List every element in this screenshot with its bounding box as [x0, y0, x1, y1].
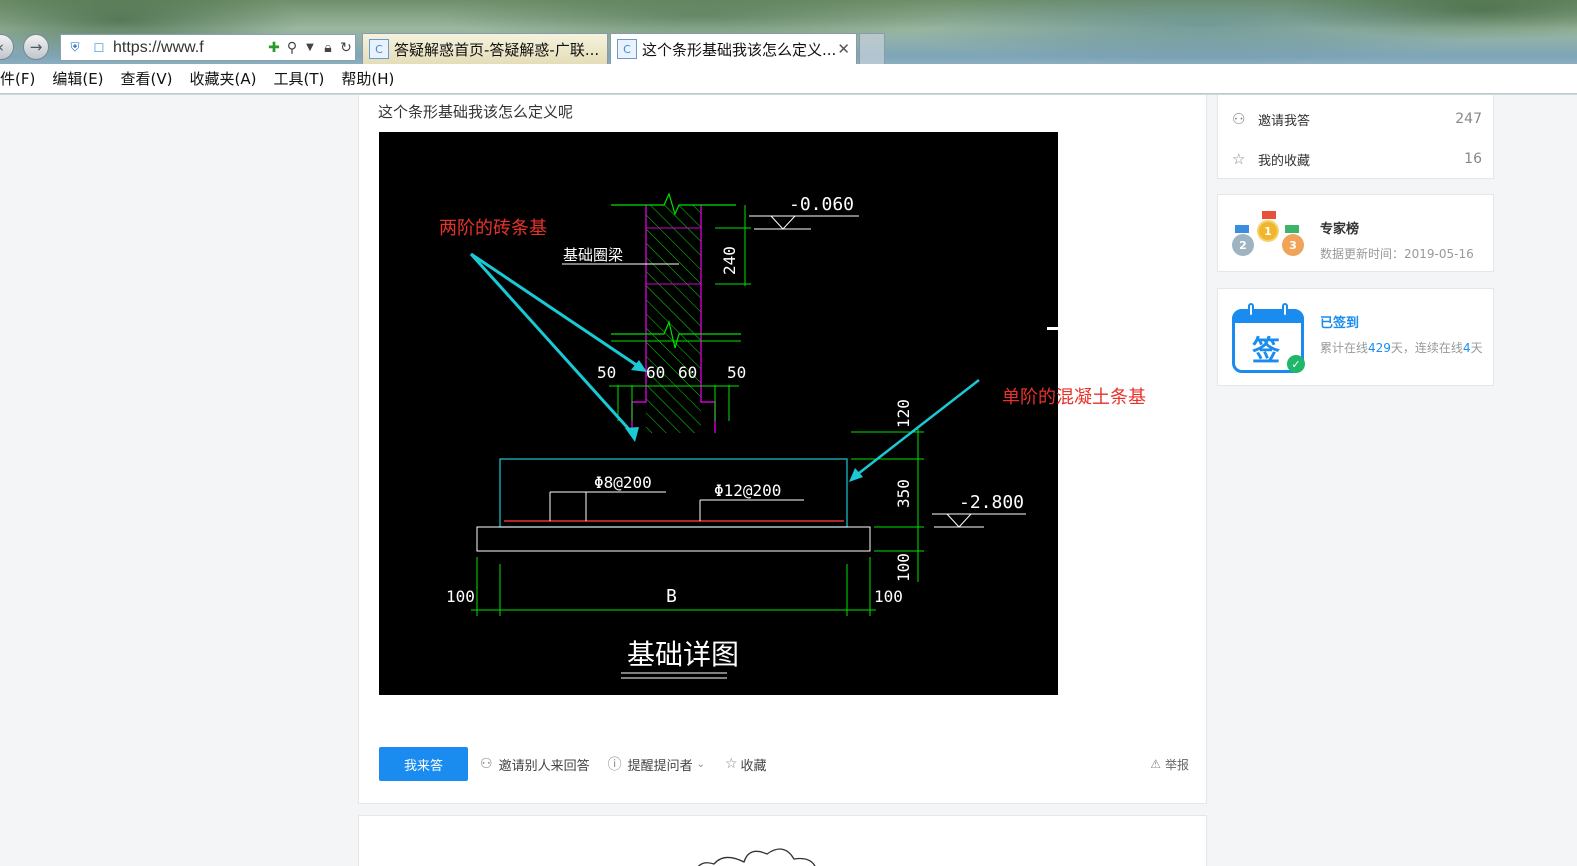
concrete-footing	[499, 458, 848, 528]
dim-100-left-label: 100	[446, 587, 475, 606]
user-icon: ⚇	[1232, 110, 1246, 128]
remind-asker-dropdown[interactable]: ⓘ 提醒提问者 ⌄	[608, 754, 705, 774]
dim-60-right-label: 60	[678, 363, 697, 382]
report-link[interactable]: ⚠ 举报	[1150, 756, 1189, 773]
favicon-icon: C	[369, 39, 389, 59]
address-bar[interactable]: ⛨ ☐ https://www.f ✚ ⚲ ▼ 🔒︎ ↻	[60, 34, 356, 61]
menu-help[interactable]: 帮助(H)	[341, 68, 394, 89]
dim-240-label: 240	[720, 246, 739, 275]
expert-ranking-panel[interactable]: 2 1 3 专家榜 数据更新时间：2019-05-16	[1217, 194, 1494, 272]
annotation-brick-foundation: 两阶的砖条基	[439, 218, 547, 239]
menu-favorites[interactable]: 收藏夹(A)	[190, 68, 257, 89]
action-bar: 我来答 ⚇ 邀请别人来回答 ⓘ 提醒提问者 ⌄ ☆ 收藏 ⚠ 举报	[379, 747, 1189, 781]
signin-streak: 4	[1462, 341, 1471, 355]
favorite-button[interactable]: ☆ 收藏	[725, 755, 767, 774]
dim-b-label: B	[666, 586, 677, 607]
arrow-upper-step	[470, 252, 642, 370]
page-icon: ☐	[93, 40, 105, 55]
tab-label: 这个条形基础我该怎么定义...	[642, 40, 837, 59]
dim-100-vertical-label: 100	[894, 553, 913, 582]
favicon-icon: C	[617, 39, 637, 59]
star-icon: ☆	[1232, 150, 1246, 168]
cloud-illustration	[697, 848, 816, 866]
report-label: 举报	[1164, 757, 1189, 772]
forward-button[interactable]: →	[23, 34, 49, 60]
shield-icon: ⛨	[70, 40, 80, 54]
rebar-distribution-label: Φ8@200	[594, 473, 652, 492]
url-text[interactable]: https://www.f	[109, 39, 265, 57]
my-favorites-row[interactable]: ☆ 我的收藏 16	[1232, 149, 1482, 169]
medal-second: 2	[1232, 234, 1254, 256]
beam-label: 基础圈梁	[563, 246, 623, 264]
elevation-bottom-label: -2.800	[959, 492, 1024, 513]
refresh-icon[interactable]: ↻	[337, 40, 355, 56]
answer-card	[358, 815, 1207, 866]
arrow-lower-step	[469, 252, 637, 438]
foundation-detail-drawing: -0.060 240 基础圈梁 50 60 60 50 Φ8@200 Φ12@2…	[439, 192, 1058, 679]
drawing-caption: 基础详图	[627, 638, 739, 671]
question-card: 这个条形基础我该怎么定义呢 -0.060 240 基础圈梁 50 60 60 5…	[358, 95, 1207, 804]
menu-file[interactable]: 件(F)	[0, 68, 35, 89]
dropdown-icon[interactable]: ▼	[301, 42, 319, 53]
new-tab-button[interactable]	[859, 33, 885, 64]
signin-char: 签	[1252, 334, 1281, 367]
favorite-label: 收藏	[740, 758, 767, 774]
check-icon: ✓	[1287, 355, 1305, 373]
dim-120-label: 120	[894, 399, 913, 428]
dim-50-right-label: 50	[727, 363, 746, 382]
question-title: 这个条形基础我该怎么定义呢	[378, 103, 574, 121]
signin-suffix: 天	[1470, 341, 1483, 355]
medal-third: 3	[1282, 234, 1304, 256]
user-icon: ⚇	[480, 756, 493, 772]
invite-me-row[interactable]: ⚇ 邀请我答 247	[1232, 109, 1482, 129]
answer-button[interactable]: 我来答	[379, 747, 468, 781]
browser-chrome: ‹ → ⛨ ☐ https://www.f ✚ ⚲ ▼ 🔒︎ ↻ C 答疑解惑首…	[0, 0, 1577, 95]
my-favorites-count: 16	[1464, 151, 1482, 167]
signin-days: 429	[1368, 341, 1391, 355]
user-stats-panel: ⚇ 邀请我答 247 ☆ 我的收藏 16	[1217, 95, 1494, 179]
my-favorites-label: 我的收藏	[1258, 153, 1311, 169]
dim-350-label: 350	[894, 479, 913, 508]
tab-question[interactable]: C 这个条形基础我该怎么定义... ✕	[610, 33, 857, 64]
signin-prefix: 累计在线	[1320, 341, 1369, 355]
menu-edit[interactable]: 编辑(E)	[52, 68, 103, 89]
menu-tools[interactable]: 工具(T)	[273, 68, 324, 89]
compat-icon[interactable]: ✚	[265, 40, 283, 56]
signin-panel[interactable]: 签 ✓ 已签到 累计在线429天，连续在线4天	[1217, 288, 1494, 386]
invite-label: 邀请别人来回答	[498, 758, 590, 774]
menu-view[interactable]: 查看(V)	[121, 68, 173, 89]
invite-me-count: 247	[1455, 111, 1482, 127]
medal-first: 1	[1257, 220, 1279, 242]
dim-60-left-label: 60	[646, 363, 665, 382]
tab-label: 答疑解惑首页-答疑解惑-广联...	[394, 40, 600, 59]
warning-icon: ⚠	[1150, 757, 1161, 771]
invite-answer-link[interactable]: ⚇ 邀请别人来回答	[480, 755, 590, 774]
menu-bar: 件(F) 编辑(E) 查看(V) 收藏夹(A) 工具(T) 帮助(H)	[0, 64, 1577, 94]
expert-ranking-title: 专家榜	[1320, 222, 1360, 237]
star-icon: ☆	[724, 756, 738, 772]
search-icon[interactable]: ⚲	[283, 40, 301, 56]
calendar-signin-icon: 签 ✓	[1232, 303, 1305, 373]
elevation-top-label: -0.060	[789, 194, 854, 215]
annotation-concrete-foundation: 单阶的混凝土条基	[1002, 387, 1146, 408]
expert-update-time: 数据更新时间：2019-05-16	[1320, 247, 1474, 261]
cad-drawing-image[interactable]: -0.060 240 基础圈梁 50 60 60 50 Φ8@200 Φ12@2…	[379, 132, 1058, 695]
rebar-main-label: Φ12@200	[714, 481, 781, 500]
dim-100-right-label: 100	[874, 587, 903, 606]
remind-label: 提醒提问者	[627, 758, 693, 774]
lock-icon: 🔒︎	[324, 39, 332, 56]
tab-qa-home[interactable]: C 答疑解惑首页-答疑解惑-广联...	[362, 33, 608, 64]
signin-title: 已签到	[1320, 316, 1360, 331]
dim-50-left-label: 50	[597, 363, 616, 382]
info-icon: ⓘ	[607, 757, 622, 773]
cushion-layer	[476, 526, 871, 552]
arrow-concrete	[853, 379, 980, 478]
signin-mid: 天，连续在线	[1390, 341, 1463, 355]
signin-stats: 累计在线429天，连续在线4天	[1320, 340, 1485, 356]
wall-hatch	[646, 205, 701, 433]
chevron-down-icon: ⌄	[696, 758, 705, 770]
invite-me-label: 邀请我答	[1258, 113, 1311, 129]
close-icon[interactable]: ✕	[837, 40, 850, 58]
